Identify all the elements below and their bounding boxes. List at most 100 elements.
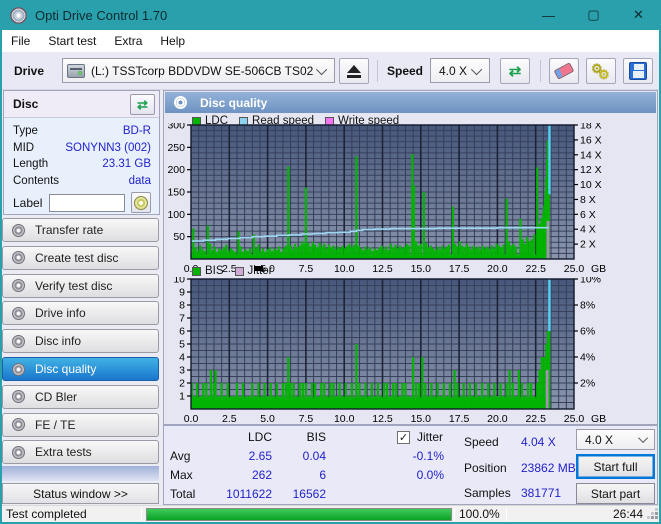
elapsed-time: 26:44 <box>612 507 643 521</box>
svg-text:17.5: 17.5 <box>449 413 470 425</box>
cd-icon <box>134 195 149 210</box>
minimize-button[interactable]: — <box>526 0 571 30</box>
eraser-icon <box>553 62 575 80</box>
toolbar: Drive (L:) TSSTcorp BDDVDW SE-506CB TS02… <box>0 52 661 90</box>
refresh-icon: ⇄ <box>137 96 148 112</box>
disc-icon <box>12 362 25 376</box>
disc-info-panel: Disc ⇄ Type BD-R MID SONYNN3 (002) Length 23.… <box>3 90 160 215</box>
disc-info-rows: Type BD-R MID SONYNN3 (002) Length 23.31 GB Co… <box>4 118 159 189</box>
svg-text:2%: 2% <box>580 378 595 390</box>
start-part-button[interactable]: Start part <box>576 483 655 504</box>
app-window: Opti Drive Control 1.70 — ▢ ✕ File Start … <box>0 0 661 524</box>
svg-text:15.0: 15.0 <box>411 263 432 275</box>
settings-button[interactable]: ⚙ ⚙ <box>586 58 616 84</box>
speed-label: Speed <box>387 64 424 78</box>
drive-select[interactable]: (L:) TSSTcorp BDDVDW SE-506CB TS02 <box>62 58 335 83</box>
progress-bar <box>146 508 452 521</box>
test-speed-select[interactable]: 4.0 X <box>576 429 655 450</box>
jitter-checkbox-label: Jitter <box>417 430 444 444</box>
sidebar-item-cd-bler[interactable]: CD Bler <box>2 384 159 409</box>
toolbar-separator <box>540 60 541 82</box>
stat-jitter-max: 0.0% <box>416 468 444 482</box>
svg-text:8: 8 <box>179 300 185 312</box>
sidebar-gradient-strip <box>2 466 159 481</box>
bis-column-header: BIS <box>306 430 326 444</box>
sidebar-item-create-test-disc[interactable]: Create test disc <box>2 245 159 270</box>
erase-disc-button[interactable] <box>549 58 579 84</box>
info-row-type: Type BD-R <box>13 123 151 140</box>
status-window-button[interactable]: Status window >> <box>2 483 159 504</box>
sidebar-item-transfer-rate[interactable]: Transfer rate <box>2 218 159 242</box>
svg-text:25.0: 25.0 <box>564 413 585 425</box>
save-button[interactable] <box>623 58 653 84</box>
svg-text:20.0: 20.0 <box>487 263 508 275</box>
jitter-swatch <box>234 266 244 276</box>
svg-text:6 X: 6 X <box>580 209 596 221</box>
disc-header-label: Disc <box>13 97 39 111</box>
menu-item-extra[interactable]: Extra <box>105 30 151 52</box>
drive-label: Drive <box>14 64 45 78</box>
svg-text:7: 7 <box>179 313 185 325</box>
svg-text:4%: 4% <box>580 352 595 364</box>
chevron-down-icon <box>470 63 483 75</box>
svg-text:GB: GB <box>591 413 606 425</box>
drive-icon <box>67 63 85 78</box>
test-speed-value: 4.0 X <box>585 432 614 447</box>
refresh-speed-button[interactable]: ⇄ <box>500 58 530 84</box>
close-button[interactable]: ✕ <box>616 0 661 30</box>
label-input[interactable] <box>49 193 126 212</box>
menu-item-help[interactable]: Help <box>151 30 194 52</box>
menu-item-start-test[interactable]: Start test <box>39 30 105 52</box>
svg-text:6%: 6% <box>580 326 595 338</box>
disc-quality-view: Disc quality LDC Read speed Write speed … <box>163 90 658 425</box>
svg-text:GB: GB <box>591 263 606 275</box>
menu-item-file[interactable]: File <box>2 30 39 52</box>
resize-grip[interactable] <box>655 516 658 519</box>
menubar: File Start test Extra Help <box>0 30 661 52</box>
sidebar-item-label: Disc quality <box>35 362 97 376</box>
sidebar-item-label: CD Bler <box>35 389 78 404</box>
window-title: Opti Drive Control 1.70 <box>35 7 168 23</box>
progress-percent: 100.0% <box>459 507 500 521</box>
chevron-down-icon <box>638 433 649 444</box>
maximize-button[interactable]: ▢ <box>571 0 616 30</box>
position-stat-value: 23862 MB <box>521 461 576 475</box>
info-value: 23.31 GB <box>102 158 151 171</box>
svg-text:100: 100 <box>167 209 185 221</box>
start-full-button[interactable]: Start full <box>576 454 655 479</box>
info-row-mid: MID SONYNN3 (002) <box>13 140 151 157</box>
svg-text:10 X: 10 X <box>580 179 602 191</box>
refresh-disc-button[interactable]: ⇄ <box>130 93 155 115</box>
svg-text:16 X: 16 X <box>580 134 602 146</box>
titlebar: Opti Drive Control 1.70 — ▢ ✕ <box>0 0 661 30</box>
sidebar-item-verify-test-disc[interactable]: Verify test disc <box>2 273 159 298</box>
stat-ldc-max: 262 <box>251 468 272 482</box>
speed-stat-value: 4.04 X <box>521 435 556 449</box>
sidebar-item-disc-info[interactable]: Disc info <box>2 329 159 354</box>
disc-icon <box>12 445 25 459</box>
sidebar-item-label: Drive info <box>35 306 86 321</box>
statusbar: Test completed 100.0% 26:44 <box>0 505 661 522</box>
disc-panel-header: Disc ⇄ <box>4 91 159 118</box>
write-label-button[interactable] <box>131 192 151 213</box>
sidebar-item-disc-quality[interactable]: Disc quality <box>2 357 159 381</box>
eject-button[interactable] <box>339 58 369 84</box>
svg-text:7.5: 7.5 <box>299 263 314 275</box>
sidebar-item-drive-info[interactable]: Drive info <box>2 301 159 326</box>
jitter-checkbox[interactable] <box>397 431 410 444</box>
svg-text:14 X: 14 X <box>580 149 602 161</box>
sidebar-item-label: FE / TE <box>35 417 76 432</box>
info-row-contents: Contents data <box>13 173 151 190</box>
sidebar-item-label: Verify test disc <box>35 278 113 293</box>
info-value: data <box>128 174 151 187</box>
svg-text:6: 6 <box>179 326 185 338</box>
svg-text:2.5: 2.5 <box>222 413 237 425</box>
disc-icon <box>12 223 25 237</box>
sidebar-item-label: Disc info <box>35 334 82 349</box>
speed-select[interactable]: 4.0 X <box>430 58 490 83</box>
speed-select-value: 4.0 X <box>439 63 468 78</box>
status-text: Test completed <box>6 507 87 521</box>
chevron-down-icon <box>315 63 328 75</box>
sidebar-item-extra-tests[interactable]: Extra tests <box>2 440 159 465</box>
sidebar-item-fe-te[interactable]: FE / TE <box>2 412 159 437</box>
